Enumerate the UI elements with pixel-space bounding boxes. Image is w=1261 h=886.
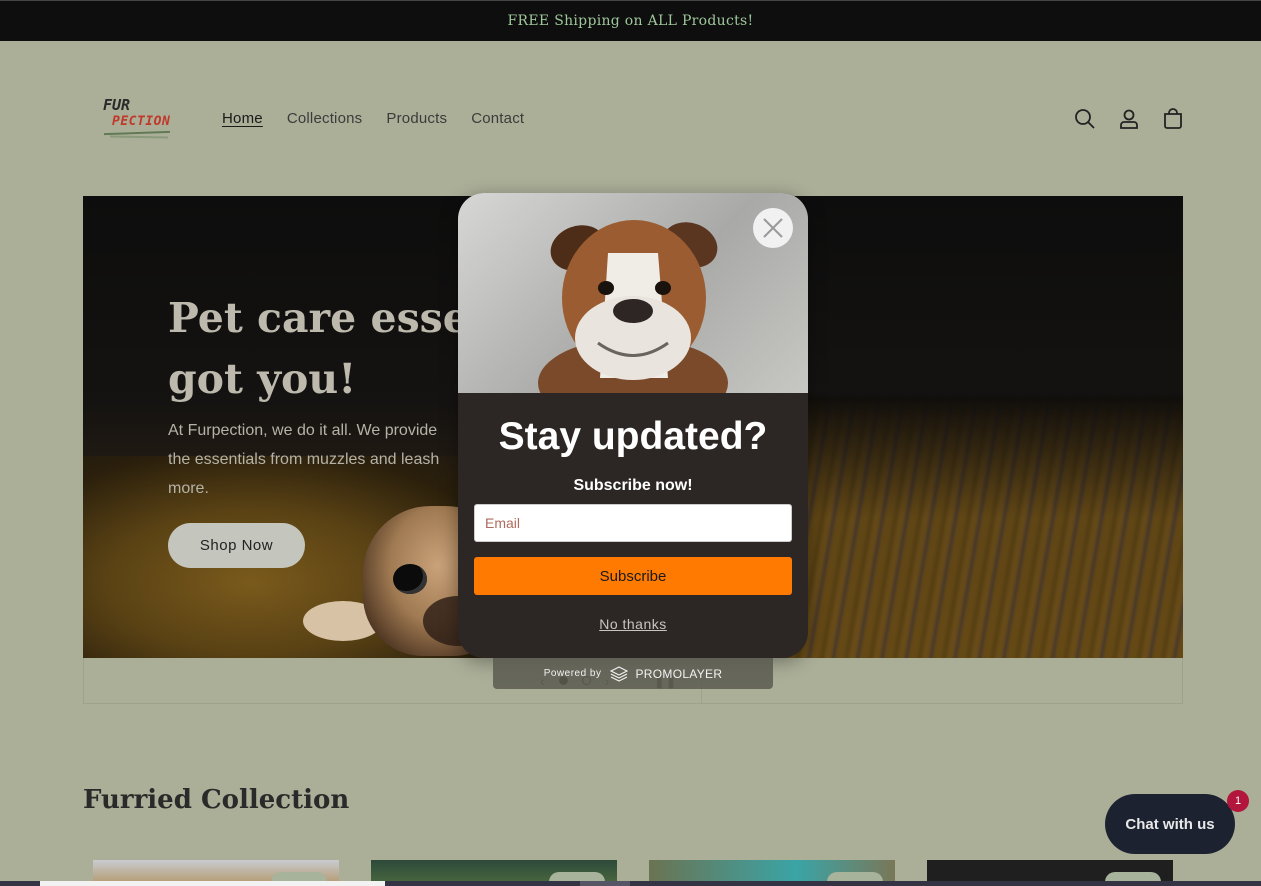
newsletter-popup: Stay updated? Subscribe now! Subscribe N… [458, 193, 808, 658]
close-icon [763, 218, 783, 238]
popup-title: Stay updated? [498, 415, 768, 458]
hero-text-line1: At Furpection, we do it all. We provide [168, 422, 438, 439]
hero-blanket-right [783, 396, 1183, 658]
site-header: FUR PECTION Home Collections Products Co… [0, 41, 1261, 196]
promolayer-brand: PROMOLAYER [635, 666, 723, 681]
nav-contact[interactable]: Contact [471, 110, 524, 127]
logo-line2: PECTION [112, 114, 171, 129]
chat-notification-badge: 1 [1227, 790, 1249, 812]
no-thanks-link[interactable]: No thanks [458, 616, 808, 632]
logo-underline [103, 130, 171, 136]
powered-by-bar[interactable]: Powered by PROMOLAYER [493, 658, 773, 689]
hero-text-line2: the essentials from muzzles and leash [168, 451, 440, 468]
shop-now-button[interactable]: Shop Now [168, 523, 305, 568]
popup-close-button[interactable] [753, 208, 793, 248]
main-nav: Home Collections Products Contact [222, 110, 548, 127]
scrollbar-thumb[interactable] [40, 881, 385, 886]
popup-subtitle: Subscribe now! [573, 477, 693, 494]
bulldog-image [458, 193, 808, 393]
nav-products[interactable]: Products [386, 110, 447, 127]
promolayer-logo-icon [609, 665, 628, 682]
email-input[interactable] [474, 504, 792, 542]
announcement-bar: FREE Shipping on ALL Products! [0, 0, 1261, 41]
chat-with-us-button[interactable]: Chat with us [1105, 794, 1235, 854]
cart-icon[interactable] [1161, 107, 1185, 131]
collection-title: Furried Collection [83, 785, 350, 815]
nav-collections[interactable]: Collections [287, 110, 363, 127]
logo-underline [109, 135, 169, 139]
logo-line1: FUR [103, 96, 131, 114]
powered-by-label: Powered by [543, 668, 602, 679]
pug-eye [393, 564, 427, 594]
hero-title-line2: got you! [168, 355, 357, 403]
search-icon[interactable] [1073, 107, 1097, 131]
subscribe-button[interactable]: Subscribe [474, 557, 792, 595]
nav-home[interactable]: Home [222, 110, 263, 127]
scrollbar-segment [580, 881, 630, 886]
horizontal-scrollbar[interactable] [0, 881, 1261, 886]
store-logo[interactable]: FUR PECTION [100, 96, 175, 144]
hero-text-line3: more. [168, 480, 209, 497]
announcement-text: FREE Shipping on ALL Products! [507, 13, 754, 29]
account-icon[interactable] [1117, 107, 1141, 131]
